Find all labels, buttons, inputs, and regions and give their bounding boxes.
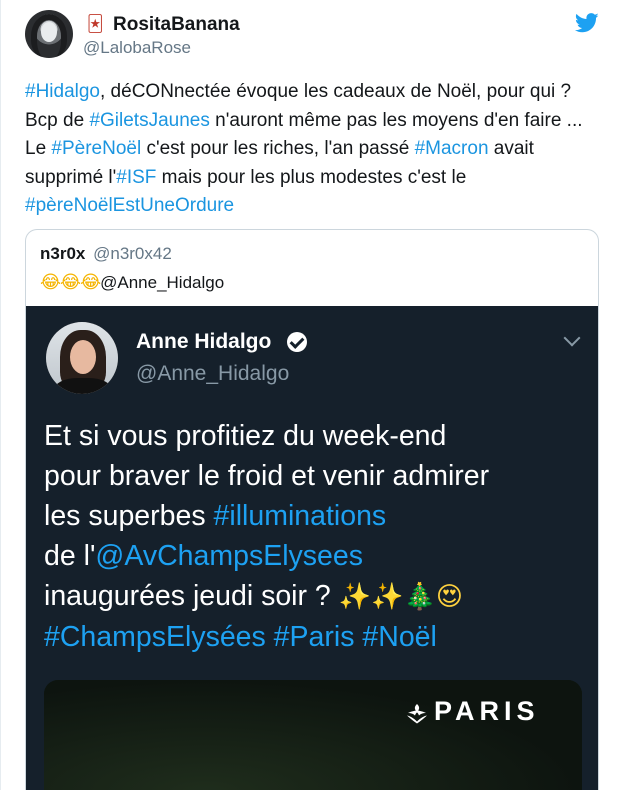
hashtag-link[interactable]: #Macron [415, 138, 489, 159]
hashtag-link[interactable]: #ISF [116, 167, 156, 188]
screenshot-avatar [46, 322, 118, 394]
hashtag-link[interactable]: #pèreNoëlEstUneOrdure [25, 195, 234, 216]
screenshot-text-segment: de l' [44, 540, 96, 572]
avatar[interactable] [25, 10, 73, 58]
screenshot-text-segment: les superbes [44, 500, 214, 532]
hashtag-link[interactable]: #PèreNoël [51, 138, 141, 159]
screenshot-hashtag: #ChampsElysées #Paris #Noël [44, 621, 437, 653]
screenshot-text-line: pour braver le froid et venir admirer [44, 456, 594, 496]
quoted-author-handle[interactable]: @n3r0x42 [93, 244, 172, 263]
paris-logo-text: PARIS [434, 696, 540, 726]
tweet-card: 🃏 RositaBanana @LalobaRose #Hidalgo, déC… [0, 0, 632, 790]
quoted-tweet-header: n3r0x @n3r0x42 [40, 244, 172, 264]
screenshot-tweet-text: Et si vous profitiez du week-end pour bra… [44, 416, 594, 657]
screenshot-text-line: inaugurées jeudi soir ? ✨✨🎄😍 [44, 576, 594, 617]
quoted-tweet-text: 😂😂😂@Anne_Hidalgo [40, 272, 224, 293]
embedded-screenshot[interactable]: Anne Hidalgo @Anne_Hidalgo Et si vous pr… [26, 306, 598, 790]
verified-badge-icon [287, 332, 307, 352]
screenshot-text-line: Et si vous profitiez du week-end [44, 416, 594, 456]
screenshot-text-line: de l'@AvChampsElysees [44, 536, 594, 576]
author-handle[interactable]: @LalobaRose [83, 38, 191, 58]
tweet-text: #Hidalgo, déCONnectée évoque les cadeaux… [25, 78, 605, 221]
mention-link[interactable]: @Anne_Hidalgo [100, 273, 224, 292]
hashtag-link[interactable]: #Hidalgo [25, 81, 100, 102]
screenshot-author-handle: @Anne_Hidalgo [136, 362, 290, 385]
screenshot-text-segment: pour braver le froid et venir admirer [44, 460, 490, 492]
screenshot-hashtag: #illuminations [213, 500, 387, 532]
screenshot-text-segment: Et si vous profitiez du week-end [44, 420, 447, 452]
tweet-text-segment: c'est pour les riches, l'an passé [141, 138, 415, 159]
hashtag-link[interactable]: #GiletsJaunes [89, 110, 209, 131]
quoted-tweet[interactable]: n3r0x @n3r0x42 😂😂😂@Anne_Hidalgo Anne Hid… [25, 229, 599, 790]
screenshot-text-segment: inaugurées jeudi soir ? [44, 580, 339, 612]
screenshot-author-name: Anne Hidalgo [136, 330, 272, 353]
screenshot-text-line: les superbes #illuminations [44, 496, 594, 536]
jester-emoji: 🃏 [87, 14, 104, 33]
paris-logo-icon [407, 704, 427, 724]
laughing-emojis: 😂😂😂 [40, 272, 101, 293]
screenshot-emoji: ✨✨ [338, 582, 404, 612]
chevron-down-icon [563, 329, 581, 347]
screenshot-emoji: 🎄 [403, 582, 436, 612]
quoted-author-name[interactable]: n3r0x [40, 244, 85, 263]
twitter-bird-icon[interactable] [575, 12, 599, 34]
tweet-text-segment: mais pour les plus modestes c'est le [156, 166, 467, 188]
screenshot-text-line: #ChampsElysées #Paris #Noël [44, 617, 594, 657]
screenshot-emoji: 😍 [435, 582, 463, 612]
screenshot-hashtag: @AvChampsElysees [95, 540, 363, 572]
author-display-name[interactable]: RositaBanana [113, 14, 240, 36]
screenshot-media: PARIS [44, 680, 582, 790]
